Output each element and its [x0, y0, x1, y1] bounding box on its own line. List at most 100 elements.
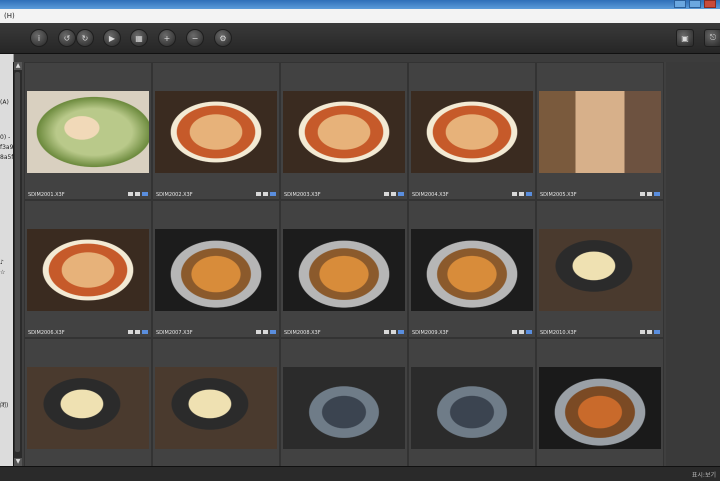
thumbnail-image[interactable] [539, 367, 661, 449]
thumbnail-status-icons [256, 330, 276, 334]
thumbnail-image[interactable] [539, 229, 661, 311]
thumbnail-filename: SDIM2003.X3F [284, 192, 321, 198]
thumbnail-image[interactable] [283, 91, 405, 173]
camera-icon [135, 330, 140, 334]
x3f-format-icon [142, 192, 148, 196]
x3f-format-icon [398, 192, 404, 196]
thumbnail-status-icons [128, 192, 148, 196]
right-empty-area [666, 62, 720, 466]
lock-icon [512, 330, 517, 334]
zoom-out-icon[interactable]: − [186, 29, 204, 47]
maximize-button[interactable] [689, 0, 701, 8]
thumbnail-image[interactable] [283, 229, 405, 311]
zoom-in-icon[interactable]: + [158, 29, 176, 47]
save-icon[interactable]: ▣ [676, 29, 694, 47]
camera-icon [263, 192, 268, 196]
scroll-down-icon[interactable]: ▼ [14, 458, 22, 466]
lock-icon [128, 330, 133, 334]
settings-icon[interactable]: ⚙ [214, 29, 232, 47]
thumbnail-filename: SDIM2005.X3F [540, 192, 577, 198]
thumbnail-filename: SDIM2004.X3F [412, 192, 449, 198]
thumbnail-image[interactable] [283, 367, 405, 449]
lock-icon [128, 192, 133, 196]
x3f-format-icon [526, 192, 532, 196]
window-controls [674, 0, 716, 9]
thumbnail-image[interactable] [539, 91, 661, 173]
thumbnail-status-icons [512, 330, 532, 334]
thumbnail-image[interactable] [155, 229, 277, 311]
thumbnail-filename: SDIM2010.X3F [540, 330, 577, 336]
thumbnail-cell[interactable] [536, 338, 664, 476]
thumbnail-cell[interactable]: SDIM2002.X3F [152, 62, 280, 200]
camera-icon [391, 192, 396, 196]
close-button[interactable] [704, 0, 716, 8]
thumbnail-status-icons [384, 192, 404, 196]
x3f-format-icon [142, 330, 148, 334]
x3f-format-icon [270, 330, 276, 334]
thumbnail-cell[interactable] [24, 338, 152, 476]
left-label-3: f3a9 [0, 144, 14, 151]
lock-icon [256, 192, 261, 196]
thumbnail-filename: SDIM2007.X3F [156, 330, 193, 336]
scroll-up-icon[interactable]: ▲ [14, 62, 22, 70]
left-panel: (A) 0) - f3a9 8a5f ♪ ☆ 闭) [0, 54, 14, 480]
status-bar: 표시:보기 [0, 466, 720, 481]
lock-icon [640, 192, 645, 196]
lock-icon [512, 192, 517, 196]
camera-icon [263, 330, 268, 334]
lock-icon [384, 330, 389, 334]
camera-icon [519, 192, 524, 196]
slideshow-icon[interactable]: ▶ [103, 29, 121, 47]
x3f-format-icon [526, 330, 532, 334]
print-icon[interactable]: ▦ [130, 29, 148, 47]
rotate-right-icon[interactable]: ↻ [76, 29, 94, 47]
thumbnail-cell[interactable]: SDIM2010.X3F [536, 200, 664, 338]
menubar: (H) [0, 9, 720, 24]
thumbnail-cell[interactable]: SDIM2004.X3F [408, 62, 536, 200]
thumbnail-cell[interactable]: SDIM2006.X3F [24, 200, 152, 338]
lock-icon [256, 330, 261, 334]
thumbnail-cell[interactable] [408, 338, 536, 476]
thumbnail-image[interactable] [27, 367, 149, 449]
thumbnail-image[interactable] [155, 91, 277, 173]
thumbnail-cell[interactable] [280, 338, 408, 476]
thumbnail-cell[interactable]: SDIM2005.X3F [536, 62, 664, 200]
left-label-7: 闭) [0, 402, 9, 409]
x3f-format-icon [270, 192, 276, 196]
thumbnail-image[interactable] [411, 91, 533, 173]
camera-icon [647, 192, 652, 196]
scroll-thumb[interactable] [15, 72, 20, 452]
thumbnail-cell[interactable]: SDIM2001.X3F [24, 62, 152, 200]
x3f-format-icon [398, 330, 404, 334]
left-label-1: (A) [0, 99, 9, 106]
thumbnail-image[interactable] [411, 229, 533, 311]
thumbnail-status-icons [384, 330, 404, 334]
thumbnail-image[interactable] [27, 91, 149, 173]
thumbnail-cell[interactable]: SDIM2008.X3F [280, 200, 408, 338]
thumbnail-image[interactable] [155, 367, 277, 449]
thumbnail-filename: SDIM2009.X3F [412, 330, 449, 336]
toolbar: i ↺ ↻ ▶ ▦ + − ⚙ ▣ ⎋ [0, 23, 720, 54]
status-text: 표시:보기 [691, 472, 716, 479]
camera-icon [391, 330, 396, 334]
thumbnail-filename: SDIM2002.X3F [156, 192, 193, 198]
thumbnail-cell[interactable]: SDIM2009.X3F [408, 200, 536, 338]
window-titlebar [0, 0, 720, 9]
camera-icon [135, 192, 140, 196]
info-icon[interactable]: i [30, 29, 48, 47]
thumbnail-image[interactable] [27, 229, 149, 311]
minimize-button[interactable] [674, 0, 686, 8]
thumbnail-cell[interactable]: SDIM2007.X3F [152, 200, 280, 338]
thumbnail-status-icons [256, 192, 276, 196]
thumbnail-status-icons [512, 192, 532, 196]
exit-icon[interactable]: ⎋ [704, 29, 720, 47]
thumbnail-cell[interactable] [152, 338, 280, 476]
thumbnail-status-icons [640, 192, 660, 196]
rotate-left-icon[interactable]: ↺ [58, 29, 76, 47]
thumbnail-image[interactable] [411, 367, 533, 449]
thumbnail-filename: SDIM2006.X3F [28, 330, 65, 336]
lock-icon [640, 330, 645, 334]
menu-help[interactable]: (H) [4, 12, 15, 20]
thumbnail-filename: SDIM2001.X3F [28, 192, 65, 198]
thumbnail-cell[interactable]: SDIM2003.X3F [280, 62, 408, 200]
